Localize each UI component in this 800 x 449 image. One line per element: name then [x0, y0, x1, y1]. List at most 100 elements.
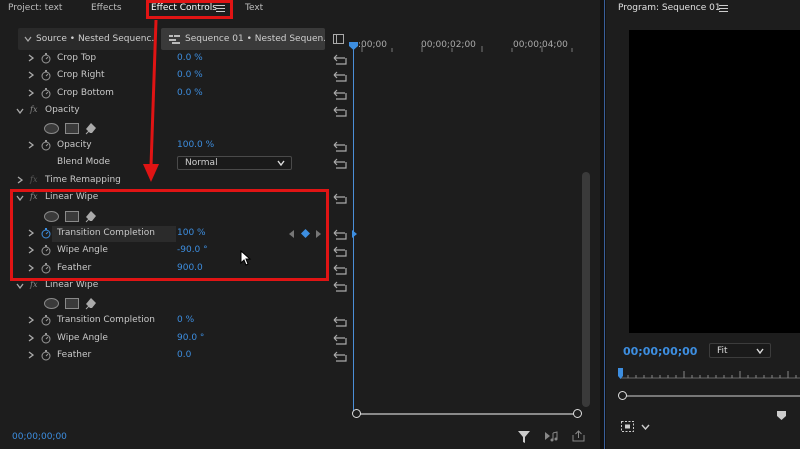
feather-value[interactable]: 0.0 — [177, 350, 191, 360]
chevron-down-icon — [756, 348, 764, 354]
reset-icon[interactable] — [333, 193, 347, 207]
sequence-clip-selector[interactable]: Sequence 01 • Nested Sequen... — [161, 28, 325, 50]
vertical-scrollbar[interactable] — [582, 172, 590, 407]
safe-margins-icon[interactable] — [621, 421, 634, 432]
crop-top-value[interactable]: 0.0 % — [177, 53, 203, 63]
panel-focus-border — [604, 0, 605, 449]
program-scroll-handle[interactable] — [618, 391, 627, 400]
program-scroll-bar[interactable] — [620, 395, 800, 397]
play-audio-icon[interactable] — [544, 431, 558, 443]
stopwatch-icon[interactable] — [41, 350, 51, 364]
reset-icon[interactable] — [333, 141, 347, 155]
rectangle-mask-icon[interactable] — [65, 123, 79, 134]
fx-icon[interactable]: fx — [30, 105, 37, 114]
reset-icon[interactable] — [333, 54, 347, 68]
program-monitor-title[interactable]: Program: Sequence 01 — [618, 3, 721, 13]
reset-icon[interactable] — [333, 158, 347, 172]
program-ruler[interactable] — [618, 366, 800, 380]
chevron-down-icon[interactable] — [16, 107, 24, 117]
timeline-tick-label: :00;00 — [358, 40, 387, 50]
program-timecode[interactable]: 00;00;00;00 — [623, 345, 697, 358]
chevron-down-icon[interactable] — [16, 282, 24, 292]
stopwatch-icon[interactable] — [41, 53, 51, 67]
linear-wipe-2-label: Linear Wipe — [45, 280, 99, 290]
opacity-value[interactable]: 100.0 % — [177, 140, 214, 150]
crop-right-value[interactable]: 0.0 % — [177, 70, 203, 80]
effect-row-crop-top: Crop Top 0.0 % — [0, 51, 352, 68]
panel-menu-icon[interactable] — [719, 5, 728, 12]
blend-mode-select[interactable]: Normal — [177, 156, 292, 170]
chevron-right-icon[interactable] — [17, 176, 24, 187]
stopwatch-icon[interactable] — [41, 70, 51, 84]
stopwatch-icon[interactable] — [41, 315, 51, 329]
effect-header-time-remapping[interactable]: fx Time Remapping — [0, 173, 352, 190]
reset-icon[interactable] — [333, 316, 347, 330]
time-remapping-label: Time Remapping — [45, 175, 121, 185]
toggle-timeline-icon[interactable] — [333, 34, 344, 44]
sequence-clip-label: Sequence 01 • Nested Sequen... — [185, 34, 325, 44]
blend-mode-value: Normal — [185, 158, 218, 168]
reset-icon[interactable] — [333, 264, 347, 278]
reset-icon[interactable] — [333, 229, 347, 243]
effect-row-blend-mode: Blend Mode Normal — [0, 155, 352, 172]
chevron-right-icon[interactable] — [28, 71, 35, 82]
effect-controls-tab-highlight — [146, 0, 233, 19]
chevron-right-icon[interactable] — [28, 316, 35, 327]
zoom-fit-value: Fit — [717, 346, 728, 356]
crop-top-label: Crop Top — [57, 53, 97, 63]
fx-icon: fx — [30, 175, 38, 184]
reset-icon[interactable] — [333, 334, 347, 348]
reset-icon[interactable] — [333, 71, 347, 85]
playhead-handle[interactable] — [349, 42, 358, 50]
current-timecode[interactable]: 00;00;00;00 — [12, 432, 67, 442]
source-clip-label: Source • Nested Sequenc... — [36, 34, 156, 44]
playhead[interactable] — [353, 42, 354, 414]
stopwatch-icon[interactable] — [41, 333, 51, 347]
export-icon[interactable] — [572, 430, 585, 442]
chevron-down-icon — [277, 160, 285, 166]
chevron-right-icon[interactable] — [28, 334, 35, 345]
tab-effects[interactable]: Effects — [91, 3, 122, 13]
crop-bottom-label: Crop Bottom — [57, 88, 114, 98]
red-arrow-annotation — [143, 19, 159, 182]
chevron-right-icon[interactable] — [28, 54, 35, 65]
mask-tools — [44, 297, 97, 310]
pen-tool-icon[interactable] — [85, 122, 97, 135]
chevron-down-icon[interactable] — [641, 424, 650, 430]
fx-icon[interactable]: fx — [30, 280, 37, 289]
reset-icon[interactable] — [333, 106, 347, 120]
filter-icon[interactable] — [518, 431, 530, 443]
reset-icon[interactable] — [333, 281, 347, 295]
video-preview[interactable] — [629, 30, 800, 333]
stopwatch-icon[interactable] — [41, 88, 51, 102]
ellipse-mask-icon[interactable] — [44, 298, 59, 309]
add-marker-icon[interactable] — [777, 411, 786, 420]
ellipse-mask-icon[interactable] — [44, 123, 59, 134]
source-clip-selector[interactable]: Source • Nested Sequenc... — [18, 28, 156, 50]
transition-completion-value[interactable]: 0 % — [177, 315, 194, 325]
chevron-right-icon[interactable] — [28, 89, 35, 100]
tab-text[interactable]: Text — [245, 3, 263, 13]
effect-row-crop-bottom: Crop Bottom 0.0 % — [0, 86, 352, 103]
crop-right-label: Crop Right — [57, 70, 105, 80]
timeline-zoom-bar[interactable] — [356, 413, 578, 415]
effect-header-opacity[interactable]: fx Opacity — [0, 103, 352, 120]
reset-icon[interactable] — [333, 246, 347, 260]
wipe-angle-value[interactable]: 90.0 ° — [177, 333, 204, 343]
keyframe-marker-icon[interactable] — [352, 230, 358, 238]
chevron-right-icon[interactable] — [28, 141, 35, 152]
reset-icon[interactable] — [333, 89, 347, 103]
stopwatch-icon[interactable] — [41, 140, 51, 154]
zoom-handle-right[interactable] — [573, 409, 582, 418]
reset-icon[interactable] — [333, 351, 347, 365]
effect-row-feather-2: Feather 0.0 — [0, 348, 352, 365]
rectangle-mask-icon[interactable] — [65, 298, 79, 309]
zoom-handle-left[interactable] — [352, 409, 361, 418]
crop-bottom-value[interactable]: 0.0 % — [177, 88, 203, 98]
tab-project[interactable]: Project: text — [8, 3, 62, 13]
pen-tool-icon[interactable] — [85, 297, 97, 310]
zoom-fit-select[interactable]: Fit — [709, 343, 771, 358]
effect-row-transition-completion-2: Transition Completion 0 % — [0, 313, 352, 330]
chevron-right-icon[interactable] — [28, 351, 35, 362]
mask-tools — [44, 122, 97, 135]
